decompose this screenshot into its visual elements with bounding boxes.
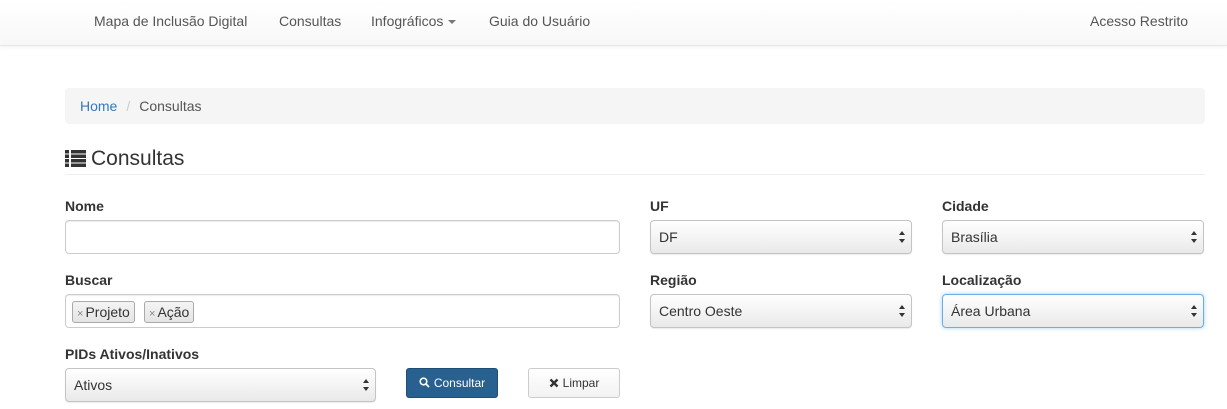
nome-input[interactable] (65, 220, 620, 254)
breadcrumb: Home / Consultas (65, 88, 1205, 124)
regiao-select-value: Centro Oeste (659, 303, 743, 319)
page-header: Consultas (65, 146, 1205, 175)
page-title: Consultas (91, 147, 185, 170)
search-icon (419, 377, 430, 388)
regiao-label: Região (650, 272, 697, 288)
select-arrows-icon (899, 231, 905, 243)
uf-select-value: DF (659, 229, 678, 245)
breadcrumb-separator: / (126, 98, 131, 114)
pids-select[interactable]: Ativos (65, 368, 376, 402)
select-arrows-icon (363, 379, 369, 391)
remove-tag-icon[interactable]: × (149, 308, 155, 320)
regiao-select[interactable]: Centro Oeste (650, 294, 912, 328)
top-navbar: Mapa de Inclusão Digital Consultas Infog… (0, 0, 1227, 46)
uf-select[interactable]: DF (650, 220, 912, 254)
limpar-button[interactable]: Limpar (528, 368, 620, 398)
limpar-button-label: Limpar (562, 376, 600, 390)
cidade-select-value: Brasília (951, 229, 998, 245)
nav-item-infograficos[interactable]: Infográficos (371, 0, 457, 43)
pids-select-value: Ativos (74, 377, 113, 393)
tag-projeto: × Projeto (72, 301, 135, 323)
consultar-button[interactable]: Consultar (406, 368, 498, 398)
nav-item-infograficos-label: Infográficos (371, 13, 444, 29)
localizacao-select-value: Área Urbana (951, 303, 1031, 319)
nav-item-mapa[interactable]: Mapa de Inclusão Digital (94, 0, 247, 43)
consultar-button-label: Consultar (433, 376, 486, 390)
localizacao-select[interactable]: Área Urbana (942, 294, 1204, 328)
tag-acao: × Ação (144, 301, 195, 323)
breadcrumb-current: Consultas (139, 98, 202, 114)
buscar-tags-input[interactable]: × Projeto × Ação (65, 294, 620, 328)
select-arrows-icon (899, 305, 905, 317)
nome-label: Nome (65, 198, 104, 214)
list-icon (65, 150, 86, 167)
nav-item-acesso-restrito[interactable]: Acesso Restrito (1090, 0, 1188, 43)
tag-label: Projeto (85, 304, 130, 320)
close-icon (549, 378, 559, 388)
nav-item-guia[interactable]: Guia do Usuário (489, 0, 590, 43)
remove-tag-icon[interactable]: × (77, 308, 83, 320)
pids-label: PIDs Ativos/Inativos (65, 346, 200, 362)
select-arrows-icon (1191, 305, 1197, 317)
tag-label: Ação (157, 304, 190, 320)
localizacao-label: Localização (942, 272, 1022, 288)
buscar-label: Buscar (65, 272, 113, 288)
chevron-down-icon (448, 20, 457, 25)
nav-item-consultas[interactable]: Consultas (279, 0, 341, 43)
breadcrumb-home-link[interactable]: Home (80, 98, 117, 114)
cidade-label: Cidade (942, 198, 989, 214)
uf-label: UF (650, 198, 669, 214)
cidade-select[interactable]: Brasília (942, 220, 1204, 254)
select-arrows-icon (1191, 231, 1197, 243)
